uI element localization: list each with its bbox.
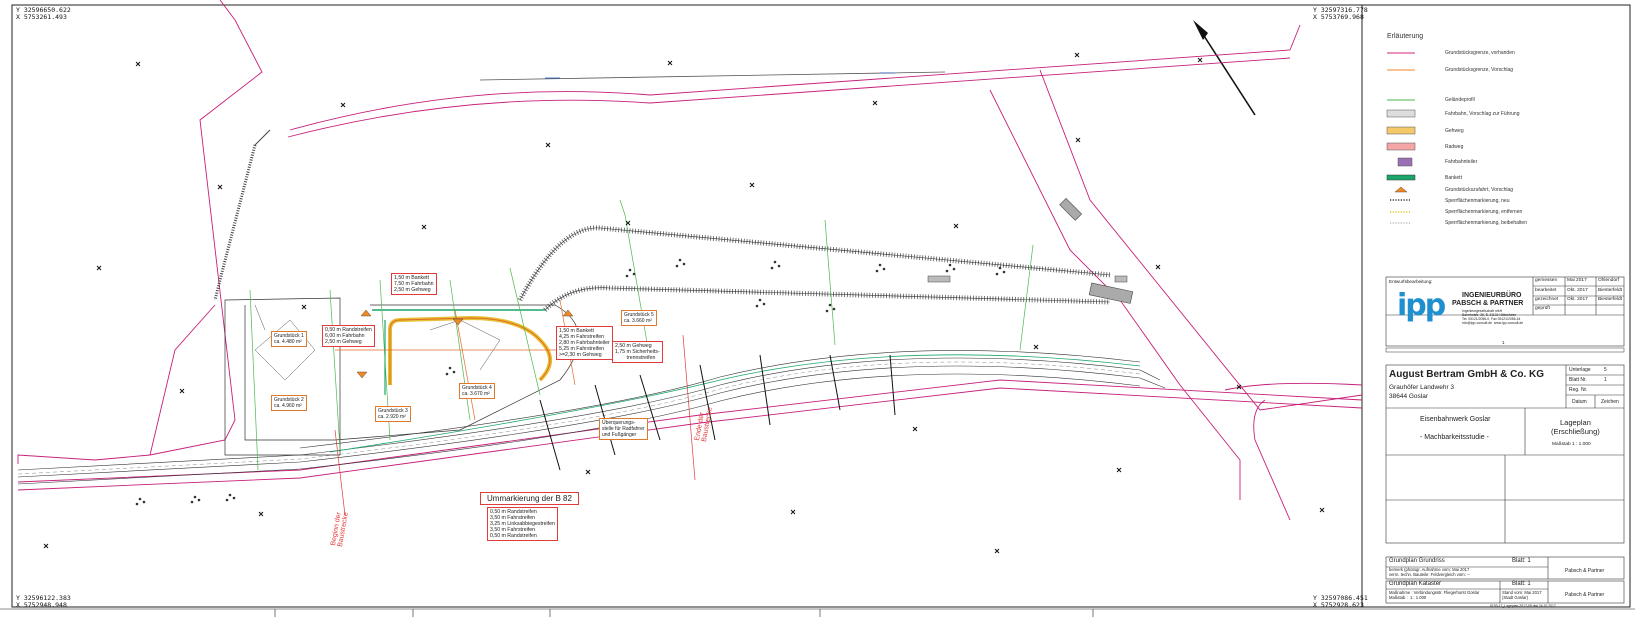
reg-label: Reg. Nr. — [1569, 387, 1588, 393]
blatt-value: 1 — [1604, 377, 1607, 383]
plot-label-1: Grundstück 1 ca. 4.480 m² — [271, 331, 307, 347]
section-label-c: 1,50 m Bankett 4,25 m Fahrstreifen 2,80 … — [556, 326, 613, 360]
legend-label: Bankett — [1445, 175, 1462, 181]
office-row-name: Ohlendorf — [1598, 278, 1620, 283]
plot-label-2: Grundstück 2 ca. 4.960 m² — [271, 395, 307, 411]
basis-row1-text: bemerk (photogr. Aufnahme vom: Mai 2017 … — [1389, 567, 1470, 577]
b82-lanes: 0,50 m Randstreifen 3,50 m Fahrstreifen … — [487, 507, 558, 541]
zeichen-label: Zeichen — [1601, 399, 1619, 405]
drawing-sheet: Y 32596650.622 X 5753261.493 Y 32597316.… — [0, 0, 1635, 617]
plot-label-4: Grundstück 4 ca. 3.670 m² — [459, 383, 495, 399]
legend-title: Erläuterung — [1387, 33, 1424, 40]
b82-title: Ummarkierung der B 82 — [480, 492, 579, 505]
office-logo: ipp — [1397, 288, 1446, 323]
plot-label-3: Grundstück 3 ca. 2.920 m² — [375, 406, 411, 422]
legend-label: Fahrbahnteiler — [1445, 159, 1478, 165]
basis-row2-mid: Stand vom: Mai 2017 (Stadt Goslar) — [1502, 590, 1542, 600]
office-row-name: Biesterfeldt — [1598, 288, 1622, 293]
office-row-label: geprüft — [1535, 306, 1550, 311]
plan-subtitle: (Erschließung) — [1551, 427, 1600, 436]
page-index: 1 — [1502, 340, 1505, 345]
basis-row2-blatt: Blatt: 1 — [1512, 581, 1531, 587]
office-heading: Entwurfsbearbeitung: — [1389, 279, 1433, 284]
corner-coord-top-right: Y 32597316.778 X 5753769.968 — [1313, 6, 1368, 21]
office-row-label: bearbeitet — [1535, 288, 1557, 293]
office-row-label: gemessen — [1535, 278, 1558, 283]
office-name-2: PABSCH & PARTNER — [1452, 300, 1524, 307]
client-name: August Bertram GmbH & Co. KG — [1389, 369, 1545, 380]
office-row-label: gezeichnet — [1535, 297, 1559, 302]
corner-coord-top-left: Y 32596650.622 X 5753261.493 — [16, 6, 71, 21]
unterlage-value: 5 — [1604, 367, 1607, 373]
office-row-name: Biesterfeldt — [1598, 297, 1622, 302]
section-label-a: 1,50 m Bankett 7,50 m Fahrbahn 2,50 m Ge… — [391, 273, 437, 295]
corner-coord-bottom-left: Y 32596122.383 X 5752948.948 — [16, 594, 71, 609]
legend-label: Grundstücksgrenze, vorhanden — [1445, 50, 1515, 56]
unterlage-label: Unterlage — [1569, 367, 1591, 373]
plan-title: Lageplan — [1560, 418, 1591, 427]
legend-label: Geländeprofil — [1445, 97, 1475, 103]
legend-label: Sperrflächenmarkierung, neu — [1445, 198, 1510, 204]
client-street: Grauhöfer Landwehr 3 — [1389, 384, 1455, 391]
file-reference: 0153-17_Lageplan-2017-09.dwl 24.10.2017 — [1490, 604, 1556, 608]
legend-label: Grundstücksgrenze, Vorschlag — [1445, 67, 1514, 73]
office-name-1: INGENIEURBÜRO — [1462, 292, 1522, 299]
legend-label: Gehweg — [1445, 128, 1464, 134]
corner-coord-bottom-right: Y 32597086.451 X 5752928.623 — [1313, 594, 1368, 609]
basis-row1-title: Grundplan Grundriss — [1389, 558, 1445, 564]
crossing-label: Überquerungs- stelle für Radfahrer und F… — [599, 418, 648, 440]
plot-label-5: Grundstück 5 ca. 3.660 m² — [621, 310, 657, 326]
project-line2: - Machbarkeitsstudie - — [1420, 434, 1489, 441]
legend-label: Fahrbahn, Vorschlag zur Führung — [1445, 111, 1520, 117]
basis-row1-right: Pabsch & Partner — [1565, 568, 1605, 574]
datum-label: Datum — [1572, 399, 1587, 405]
legend-label: Grundstückszufahrt, Vorschlag — [1445, 187, 1514, 193]
basis-row2-text: Maßnahme : Verbindungsstr. Fliegerhorst … — [1389, 590, 1480, 600]
project-line1: Eisenbahnwerk Goslar — [1420, 416, 1491, 423]
basis-row2-title: Grundplan Kataster — [1389, 581, 1442, 587]
site-plan-drawing — [0, 0, 1635, 617]
office-row-date: Okt. 2017 — [1567, 288, 1588, 293]
office-row-date: Mai 2017 — [1567, 278, 1587, 283]
legend-label: Sperrflächenmarkierung, beibehalten — [1445, 220, 1527, 226]
blatt-label: Blatt Nr. — [1569, 377, 1587, 383]
basis-row1-blatt: Blatt: 1 — [1512, 558, 1531, 564]
legend-label: Radweg — [1445, 144, 1464, 150]
office-address: Ingenieurgesellschaft mbH Bahnhofstr. 36… — [1462, 309, 1524, 325]
client-city: 38644 Goslar — [1389, 393, 1429, 400]
basis-row2-right: Pabsch & Partner — [1565, 592, 1605, 598]
plan-scale: Maßstab 1 : 1.000 — [1552, 442, 1591, 447]
legend-label: Sperrflächenmarkierung, entfernen — [1445, 209, 1523, 215]
section-label-b: 0,50 m Randstreifen 6,00 m Fahrbahn 2,50… — [322, 325, 375, 347]
office-row-date: Okt. 2017 — [1567, 297, 1588, 302]
section-label-d: 2,50 m Gehweg 1,75 m Sicherheits- trenns… — [612, 341, 663, 363]
